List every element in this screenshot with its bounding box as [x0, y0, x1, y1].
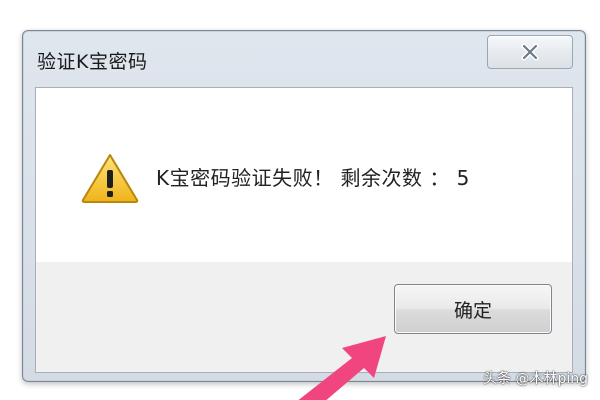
screenshot-stage: 验证K宝密码 K宝密码验证失败！ 剩余次数 ： 5 确定 头条 @木林ping: [0, 0, 600, 400]
watermark-text: 头条 @木林ping: [483, 371, 588, 387]
close-button[interactable]: [487, 35, 573, 69]
warning-icon: [81, 154, 139, 203]
message-area: K宝密码验证失败！ 剩余次数 ： 5: [36, 88, 572, 262]
dialog-titlebar[interactable]: 验证K宝密码: [23, 31, 585, 85]
ok-button[interactable]: 确定: [394, 284, 552, 334]
pointer-arrow-icon: [298, 336, 386, 400]
close-icon: [521, 43, 539, 61]
dialog-title: 验证K宝密码: [37, 51, 148, 73]
dialog-message: K宝密码验证失败！ 剩余次数 ： 5: [156, 166, 470, 190]
